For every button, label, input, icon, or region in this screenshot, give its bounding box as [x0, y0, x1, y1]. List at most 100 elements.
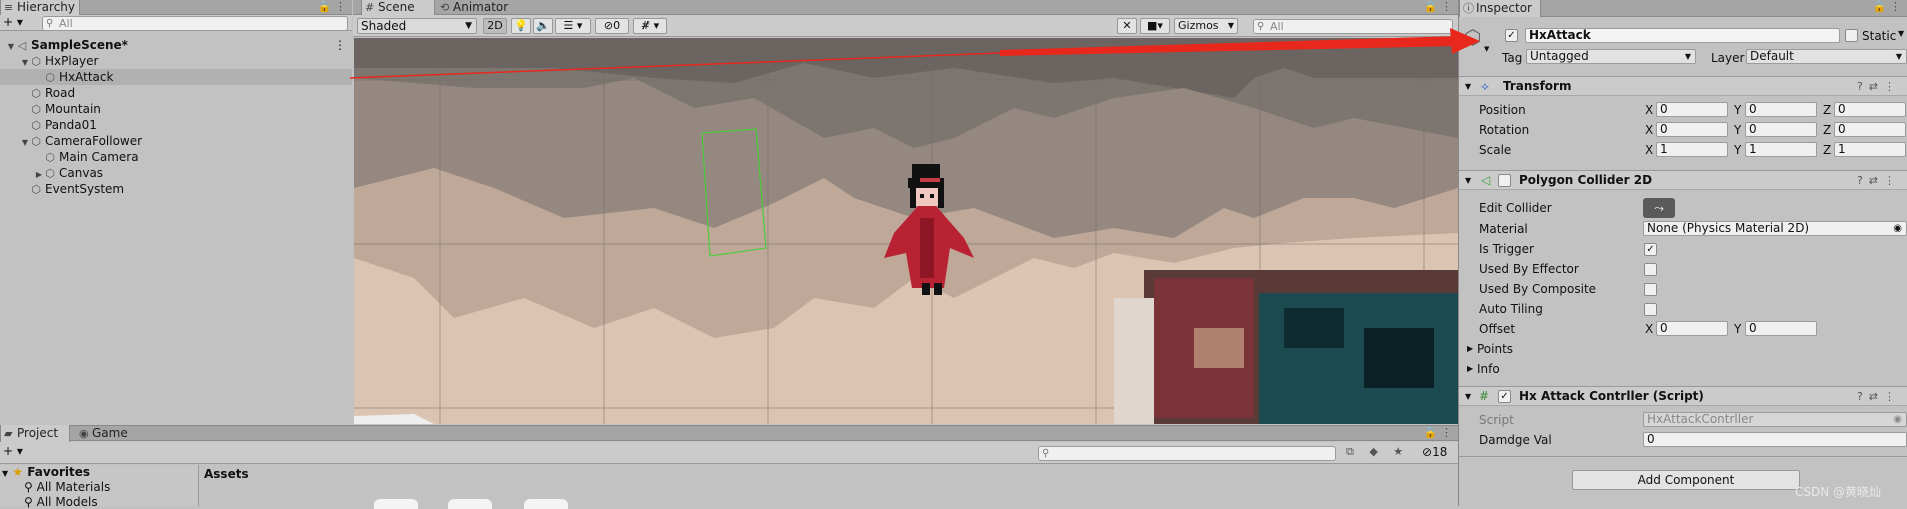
shading-dropdown[interactable]: Shaded ▼: [357, 18, 477, 34]
effects-toggle[interactable]: ☰ ▾: [555, 18, 591, 34]
component-menu-icons[interactable]: ?⇄⋮: [1857, 77, 1901, 96]
create-asset-button[interactable]: + ▾: [3, 444, 23, 458]
tag-dropdown[interactable]: Untagged ▼: [1526, 49, 1696, 64]
polygon-collider-header[interactable]: ▼ ◁ Polygon Collider 2D ?⇄⋮: [1459, 170, 1907, 190]
info-foldout[interactable]: ▶ Info: [1459, 360, 1907, 378]
damage-field[interactable]: 0: [1643, 432, 1907, 447]
object-name-field[interactable]: HxAttack: [1525, 28, 1840, 43]
hidden-objects-toggle[interactable]: ⊘0: [595, 18, 629, 34]
favorites-header[interactable]: ▼ ★ Favorites: [2, 465, 90, 481]
rotation-z-field[interactable]: 0: [1834, 122, 1906, 137]
tab-scene[interactable]: # Scene: [361, 0, 435, 16]
tab-animator[interactable]: ⟲ Animator: [437, 0, 517, 16]
tools-button[interactable]: ✕: [1117, 18, 1137, 34]
scale-z-field[interactable]: 1: [1834, 142, 1906, 157]
static-checkbox[interactable]: [1845, 29, 1858, 42]
scene-search-input[interactable]: ⚲ All: [1253, 19, 1453, 34]
layer-dropdown[interactable]: Default ▼: [1746, 49, 1907, 64]
hierarchy-item[interactable]: ▶ ⬡ Canvas: [0, 165, 352, 181]
tab-inspector[interactable]: ⓘ Inspector: [1459, 0, 1541, 17]
star-icon: ★: [12, 465, 24, 479]
hierarchy-item[interactable]: ⬡ EventSystem: [0, 181, 352, 197]
hierarchy-item-label: Road: [45, 86, 76, 100]
component-menu-icons[interactable]: ?⇄⋮: [1857, 171, 1901, 190]
points-foldout[interactable]: ▶ Points: [1459, 340, 1907, 358]
hierarchy-tabbar: ≡ Hierarchy 🔒 ⋮: [0, 0, 352, 16]
collider-enabled-checkbox[interactable]: [1498, 174, 1511, 187]
lightbulb-icon: 💡: [514, 19, 528, 32]
script-field: HxAttackContrller ◉: [1643, 412, 1907, 427]
auto-tiling-label: Auto Tiling: [1479, 302, 1543, 316]
used-by-composite-checkbox[interactable]: [1644, 283, 1657, 296]
component-menu-icons[interactable]: ?⇄⋮: [1857, 387, 1901, 406]
filter-buttons[interactable]: ⧉ ◆ ★: [1346, 445, 1409, 459]
used-by-effector-label: Used By Effector: [1479, 262, 1579, 276]
script-enabled-checkbox[interactable]: ✓: [1498, 390, 1511, 403]
material-field[interactable]: None (Physics Material 2D) ◉: [1643, 221, 1907, 236]
tab-game[interactable]: ◉ Game: [76, 425, 146, 442]
add-object-button[interactable]: + ▾: [3, 15, 23, 30]
favorite-item[interactable]: ⚲ All Models: [24, 495, 98, 509]
tab-project[interactable]: ▰ Project: [0, 425, 70, 442]
position-x-field[interactable]: 0: [1656, 102, 1728, 117]
hidden-packages-count[interactable]: ⊘18: [1422, 445, 1447, 459]
info-icon: ⓘ: [1463, 2, 1474, 15]
scene-menu-icon[interactable]: ⋮: [334, 37, 346, 53]
hierarchy-item[interactable]: ▼ ◁ SampleScene* ⋮: [0, 37, 352, 53]
used-by-composite-label: Used By Composite: [1479, 282, 1597, 296]
speaker-icon: 🔈: [536, 19, 550, 32]
hierarchy-item-label: Canvas: [59, 166, 104, 180]
scale-x-field[interactable]: 1: [1656, 142, 1728, 157]
auto-tiling-checkbox[interactable]: [1644, 303, 1657, 316]
transform-header[interactable]: ▼ ⟡ Transform ?⇄⋮: [1459, 76, 1907, 96]
points-label: Points: [1477, 342, 1514, 356]
edit-collider-button[interactable]: ⤳: [1643, 198, 1675, 218]
rotation-x-field[interactable]: 0: [1656, 122, 1728, 137]
static-dropdown-icon[interactable]: ▼: [1898, 29, 1904, 38]
hierarchy-item[interactable]: ▼ ⬡ HxPlayer: [0, 53, 352, 69]
used-by-effector-checkbox[interactable]: [1644, 263, 1657, 276]
audio-toggle[interactable]: 🔈: [533, 18, 553, 34]
active-checkbox[interactable]: ✓: [1505, 29, 1518, 42]
hierarchy-item[interactable]: ⬡ HxAttack: [0, 69, 352, 85]
gamepad-icon: ◉: [79, 427, 89, 440]
scene-window-controls[interactable]: 🔒 ⋮: [1424, 0, 1452, 13]
assets-pane: Assets: [200, 465, 1458, 509]
hierarchy-item[interactable]: ▼ ⬡ CameraFollower: [0, 133, 352, 149]
object-picker-icon[interactable]: ◉: [1893, 222, 1902, 235]
asset-thumbnail[interactable]: [448, 499, 492, 509]
add-component-button[interactable]: Add Component: [1572, 470, 1800, 490]
gameobject-icon[interactable]: ⬡: [1464, 26, 1486, 48]
hierarchy-window-controls[interactable]: 🔒 ⋮: [318, 0, 346, 13]
asset-thumbnail[interactable]: [524, 499, 568, 509]
assets-breadcrumb[interactable]: Assets: [204, 467, 249, 481]
offset-y-field[interactable]: 0: [1745, 321, 1817, 336]
tab-hierarchy[interactable]: ≡ Hierarchy: [0, 0, 80, 16]
asset-thumbnail[interactable]: [374, 499, 418, 509]
grid-toggle[interactable]: #̸ ▾: [633, 18, 667, 34]
lighting-toggle[interactable]: 💡: [511, 18, 531, 34]
favorite-item[interactable]: ⚲ All Materials: [24, 480, 110, 494]
camera-button[interactable]: ■▾: [1140, 18, 1170, 34]
mode-2d-button[interactable]: 2D: [483, 18, 507, 34]
gizmos-dropdown[interactable]: Gizmos ▼: [1174, 18, 1238, 34]
scene-viewport[interactable]: [354, 38, 1458, 424]
rotation-label: Rotation: [1479, 123, 1530, 137]
position-z-field[interactable]: 0: [1834, 102, 1906, 117]
hierarchy-item[interactable]: ⬡ Panda01: [0, 117, 352, 133]
hierarchy-item[interactable]: ⬡ Main Camera: [0, 149, 352, 165]
project-search-input[interactable]: ⚲: [1038, 446, 1336, 461]
camera-icon: ■▾: [1147, 19, 1163, 32]
hierarchy-item[interactable]: ⬡ Road: [0, 85, 352, 101]
position-y-field[interactable]: 0: [1745, 102, 1817, 117]
hierarchy-search-input[interactable]: ⚲ All: [42, 16, 348, 31]
is-trigger-checkbox[interactable]: ✓: [1644, 243, 1657, 256]
script-component-header[interactable]: ▼ # ✓ Hx Attack Contrller (Script) ?⇄⋮: [1459, 386, 1907, 406]
scale-y-field[interactable]: 1: [1745, 142, 1817, 157]
hierarchy-item[interactable]: ⬡ Mountain: [0, 101, 352, 117]
gameobject-icon-dropdown[interactable]: ▼: [1484, 45, 1489, 53]
project-window-controls[interactable]: 🔒 ⋮: [1424, 426, 1452, 439]
rotation-y-field[interactable]: 0: [1745, 122, 1817, 137]
offset-x-field[interactable]: 0: [1656, 321, 1728, 336]
inspector-window-controls[interactable]: 🔒 ⋮: [1873, 0, 1901, 13]
